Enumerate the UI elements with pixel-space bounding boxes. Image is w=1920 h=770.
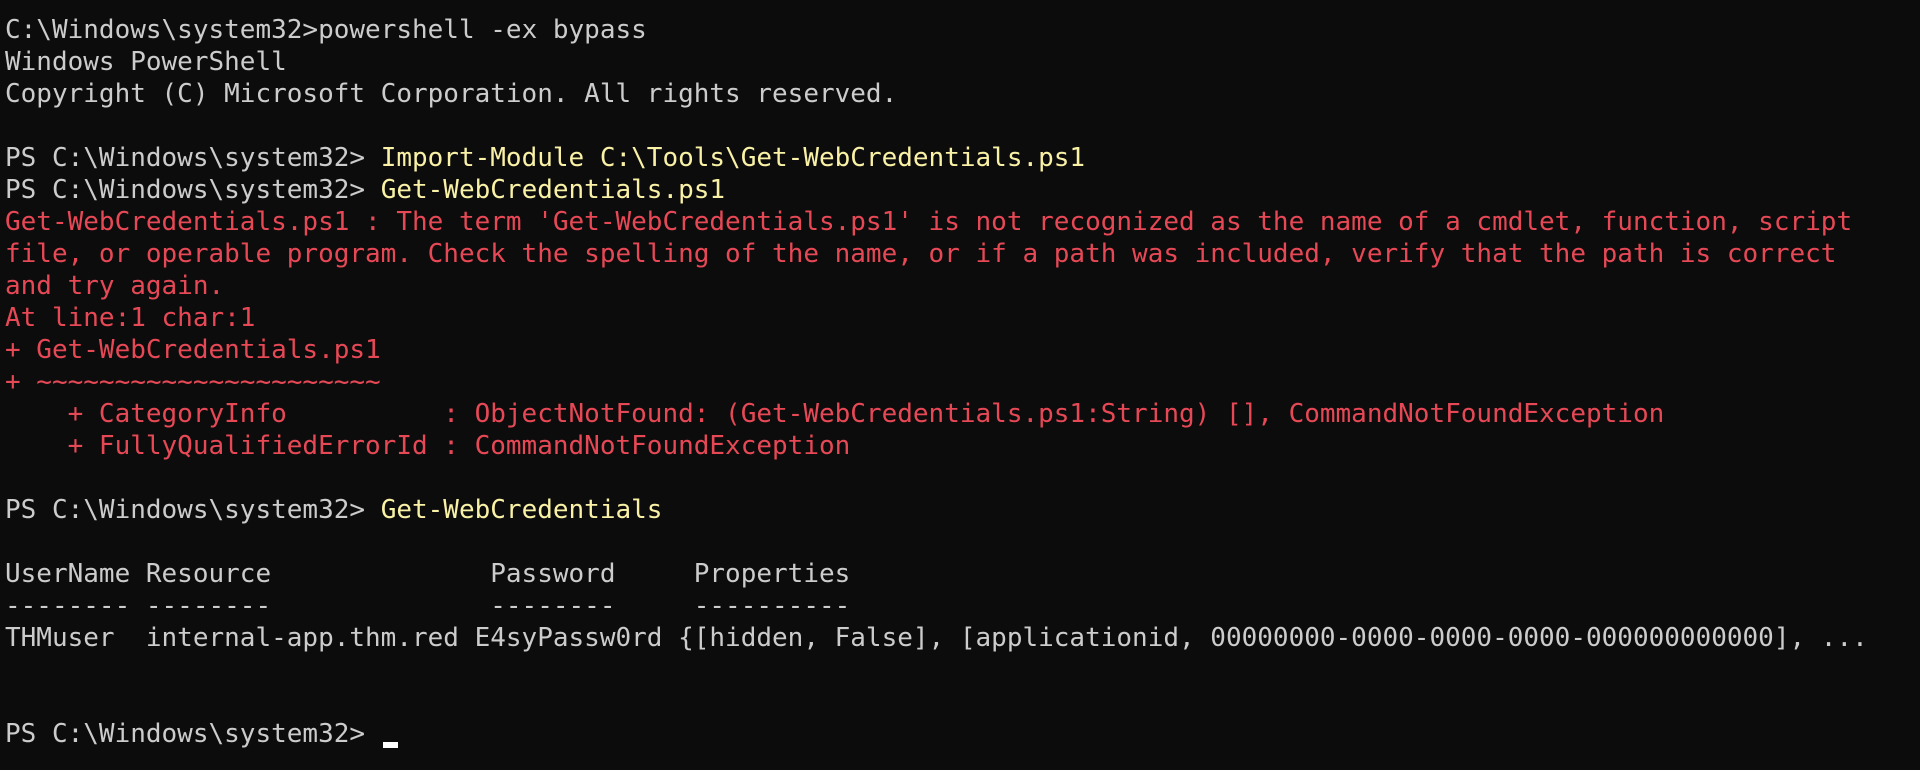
text-cursor[interactable] [382,742,398,748]
error-line: + FullyQualifiedErrorId : CommandNotFoun… [5,430,1920,462]
error-line: + CategoryInfo : ObjectNotFound: (Get-We… [5,398,1920,430]
prompt: C:\Windows\system32> [5,15,319,45]
error-line: + Get-WebCredentials.ps1 [5,334,1920,366]
error-line: file, or operable program. Check the spe… [5,238,1920,270]
error-text: file, or operable program. Check the spe… [5,239,1837,269]
output-line: -------- -------- -------- ---------- [5,590,1920,622]
prompt-line: PS C:\Windows\system32> Get-WebCredentia… [5,494,1920,526]
prompt-line: C:\Windows\system32>powershell -ex bypas… [5,14,1920,46]
output-text: Copyright (C) Microsoft Corporation. All… [5,79,898,109]
output-text: Windows PowerShell [5,47,287,77]
prompt: PS C:\Windows\system32> [5,719,381,749]
prompt-line: PS C:\Windows\system32> Import-Module C:… [5,142,1920,174]
error-text: Get-WebCredentials.ps1 : The term 'Get-W… [5,207,1853,237]
output-line: Windows PowerShell [5,46,1920,78]
prompt: PS C:\Windows\system32> [5,143,381,173]
output-text: UserName Resource Password Properties [5,559,851,589]
error-text: + Get-WebCredentials.ps1 [5,335,381,365]
output-text: THMuser internal-app.thm.red E4syPassw0r… [5,623,1868,653]
error-line: + ~~~~~~~~~~~~~~~~~~~~~~ [5,366,1920,398]
error-text: + FullyQualifiedErrorId : CommandNotFoun… [5,431,851,461]
command-text: Import-Module C:\Tools\Get-WebCredential… [380,143,1086,173]
prompt: PS C:\Windows\system32> [5,495,381,525]
powershell-terminal[interactable]: C:\Windows\system32>powershell -ex bypas… [0,0,1920,770]
prompt: PS C:\Windows\system32> [5,175,381,205]
error-text: + CategoryInfo : ObjectNotFound: (Get-We… [5,399,1665,429]
prompt-line: PS C:\Windows\system32> Get-WebCredentia… [5,174,1920,206]
output-line: UserName Resource Password Properties [5,558,1920,590]
output-text: -------- -------- -------- ---------- [5,591,851,621]
error-line: At line:1 char:1 [5,302,1920,334]
command-text: powershell -ex bypass [318,15,647,45]
output-line: THMuser internal-app.thm.red E4syPassw0r… [5,622,1920,654]
command-text: Get-WebCredentials.ps1 [380,175,726,205]
error-text: + ~~~~~~~~~~~~~~~~~~~~~~ [5,367,381,397]
error-line: and try again. [5,270,1920,302]
output-line: Copyright (C) Microsoft Corporation. All… [5,78,1920,110]
prompt-line: PS C:\Windows\system32> [5,718,1920,750]
error-text: and try again. [5,271,225,301]
command-text: Get-WebCredentials [380,495,663,525]
error-text: At line:1 char:1 [5,303,256,333]
error-line: Get-WebCredentials.ps1 : The term 'Get-W… [5,206,1920,238]
